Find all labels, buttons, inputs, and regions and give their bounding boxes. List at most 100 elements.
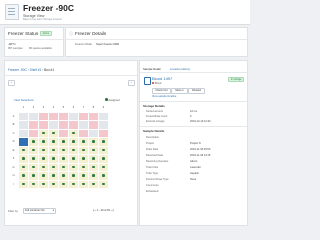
grid-cell[interactable] bbox=[98, 128, 109, 138]
grid-cell[interactable] bbox=[38, 120, 49, 130]
grid-cell[interactable] bbox=[68, 171, 79, 181]
grid-cell[interactable] bbox=[18, 162, 29, 172]
grid-cell[interactable] bbox=[68, 120, 79, 130]
grid-cell[interactable] bbox=[88, 162, 99, 172]
grid-cell[interactable] bbox=[28, 137, 39, 147]
tab-sample-detail[interactable]: Sample Detail bbox=[143, 67, 160, 71]
view-selections-link[interactable]: View Selections bbox=[14, 98, 34, 102]
grid-cell[interactable] bbox=[68, 162, 79, 172]
grid-cell[interactable] bbox=[98, 137, 109, 147]
grid-cell[interactable] bbox=[48, 128, 59, 138]
grid-cell[interactable] bbox=[78, 120, 89, 130]
grid-cell[interactable] bbox=[98, 154, 109, 164]
grid-cell[interactable] bbox=[48, 137, 59, 147]
grid-row: I bbox=[8, 179, 109, 189]
grid-cell[interactable] bbox=[18, 154, 29, 164]
grid-prev-button[interactable]: ‹ bbox=[8, 80, 15, 86]
grid-cell[interactable] bbox=[58, 171, 69, 181]
move-button[interactable]: Move ▾ bbox=[171, 88, 188, 94]
breadcrumb: Freezer -90C › Shelf #1 › Box #1 bbox=[8, 68, 55, 72]
info-icon: ⓘ bbox=[69, 31, 73, 36]
grid-cell[interactable] bbox=[58, 128, 69, 138]
grid-cell[interactable] bbox=[38, 128, 49, 138]
grid-cell[interactable] bbox=[58, 179, 69, 189]
grid-cell[interactable] bbox=[58, 154, 69, 164]
grid-cell[interactable] bbox=[88, 171, 99, 181]
sample-link[interactable]: Blood 1497 bbox=[152, 76, 172, 81]
tab-location-history[interactable]: Location History bbox=[170, 67, 190, 71]
grid-cell[interactable] bbox=[18, 179, 29, 189]
grid-cell[interactable] bbox=[38, 171, 49, 181]
grid-cell[interactable] bbox=[98, 162, 109, 172]
grid-cell[interactable] bbox=[48, 145, 59, 155]
breadcrumb-shelf[interactable]: Shelf #1 bbox=[30, 68, 42, 72]
grid-cell[interactable] bbox=[38, 111, 49, 121]
grid-cell[interactable] bbox=[48, 120, 59, 130]
grid-cell[interactable] bbox=[48, 171, 59, 181]
grid-cell[interactable] bbox=[48, 162, 59, 172]
grid-cell[interactable] bbox=[98, 111, 109, 121]
grid-cell[interactable] bbox=[98, 171, 109, 181]
grid-cell[interactable] bbox=[78, 128, 89, 138]
grid-cell[interactable] bbox=[58, 111, 69, 121]
grid-cell[interactable] bbox=[68, 145, 79, 155]
grid-cell[interactable] bbox=[28, 171, 39, 181]
grid-cell[interactable] bbox=[28, 162, 39, 172]
grid-cell[interactable] bbox=[68, 179, 79, 189]
grid-cell[interactable] bbox=[58, 120, 69, 130]
grid-cell[interactable] bbox=[88, 154, 99, 164]
grid-cell[interactable] bbox=[48, 179, 59, 189]
grid-cell[interactable] bbox=[88, 120, 99, 130]
breadcrumb-freezer[interactable]: Freezer -90C bbox=[8, 68, 27, 72]
grid-cell[interactable] bbox=[58, 145, 69, 155]
grid-cell[interactable] bbox=[78, 145, 89, 155]
grid-cell[interactable] bbox=[18, 128, 29, 138]
last-page-icon[interactable]: ›| bbox=[112, 209, 114, 212]
grid-cell[interactable] bbox=[28, 120, 39, 130]
grid-cell[interactable] bbox=[28, 179, 39, 189]
grid-cell[interactable] bbox=[88, 179, 99, 189]
grid-cell[interactable] bbox=[28, 111, 39, 121]
sample-timeline-link[interactable]: View sample timeline bbox=[152, 95, 176, 98]
grid-cell[interactable] bbox=[48, 154, 59, 164]
grid-cell[interactable] bbox=[18, 120, 29, 130]
filter-select[interactable]: Full container list ▾ bbox=[23, 208, 56, 214]
grid-cell[interactable] bbox=[78, 154, 89, 164]
grid-cell[interactable] bbox=[58, 162, 69, 172]
grid-cell[interactable] bbox=[58, 137, 69, 147]
grid-cell[interactable] bbox=[38, 154, 49, 164]
grid-cell[interactable] bbox=[68, 154, 79, 164]
grid-cell[interactable] bbox=[88, 145, 99, 155]
grid-cell-selected[interactable] bbox=[18, 137, 29, 147]
check-out-button[interactable]: Check Out bbox=[152, 88, 171, 94]
grid-cell[interactable] bbox=[38, 162, 49, 172]
grid-cell[interactable] bbox=[68, 137, 79, 147]
grid-cell[interactable] bbox=[78, 162, 89, 172]
grid-cell[interactable] bbox=[98, 145, 109, 155]
grid-cell[interactable] bbox=[38, 137, 49, 147]
grid-cell[interactable] bbox=[78, 137, 89, 147]
list-item: Freeze/thaw count 0 bbox=[146, 115, 192, 118]
grid-cell[interactable] bbox=[18, 145, 29, 155]
grid-cell[interactable] bbox=[68, 128, 79, 138]
grid-cell[interactable] bbox=[88, 137, 99, 147]
discard-button[interactable]: Discard bbox=[188, 88, 205, 94]
grid-cell[interactable] bbox=[88, 128, 99, 138]
grid-next-button[interactable]: › bbox=[128, 80, 135, 86]
grid-cell[interactable] bbox=[78, 111, 89, 121]
grid-cell[interactable] bbox=[68, 111, 79, 121]
filter-label: Filter by bbox=[8, 209, 18, 213]
grid-cell[interactable] bbox=[78, 179, 89, 189]
grid-cell[interactable] bbox=[28, 145, 39, 155]
grid-cell[interactable] bbox=[38, 145, 49, 155]
grid-cell[interactable] bbox=[28, 154, 39, 164]
grid-cell[interactable] bbox=[18, 171, 29, 181]
grid-cell[interactable] bbox=[98, 179, 109, 189]
grid-cell[interactable] bbox=[28, 128, 39, 138]
grid-cell[interactable] bbox=[78, 171, 89, 181]
grid-cell[interactable] bbox=[48, 111, 59, 121]
grid-cell[interactable] bbox=[88, 111, 99, 121]
grid-cell[interactable] bbox=[38, 179, 49, 189]
grid-cell[interactable] bbox=[18, 111, 29, 121]
grid-cell[interactable] bbox=[98, 120, 109, 130]
